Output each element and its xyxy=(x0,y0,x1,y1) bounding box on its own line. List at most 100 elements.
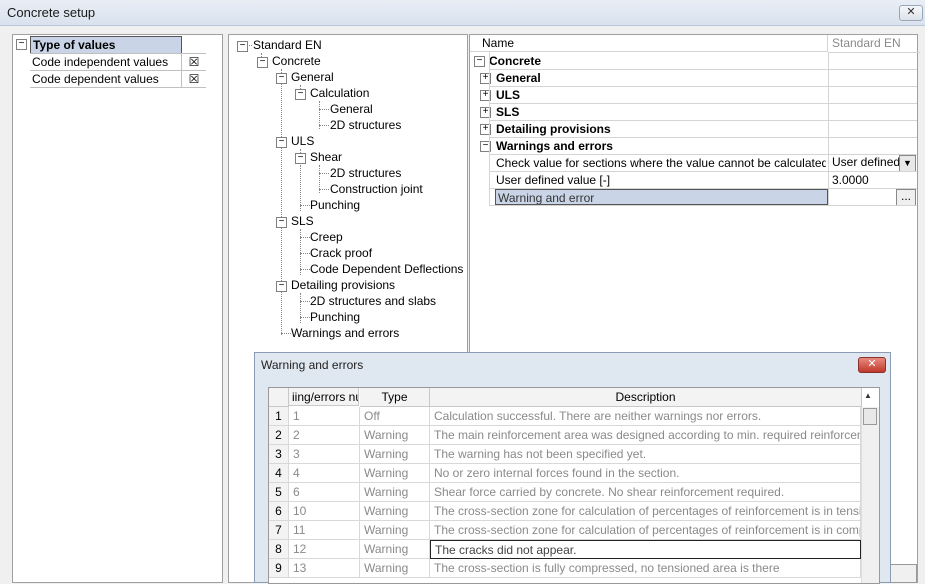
error-code-cell[interactable]: 1 xyxy=(289,407,360,426)
type-cell[interactable]: Warning xyxy=(360,502,430,521)
code-dependent-label[interactable]: Code dependent values xyxy=(30,70,182,88)
description-cell[interactable]: The cross-section zone for calculation o… xyxy=(430,502,861,521)
scrollbar-thumb[interactable] xyxy=(863,408,877,425)
grid-row-user-defined: User defined value [-] xyxy=(496,173,611,187)
error-code-cell[interactable]: 13 xyxy=(289,559,360,578)
collapse-concrete-icon[interactable]: − xyxy=(474,56,485,67)
type-cell[interactable]: Off xyxy=(360,407,430,426)
side-button[interactable] xyxy=(890,564,917,583)
grid-header-name: Name xyxy=(470,35,828,52)
expand-general-icon[interactable]: − xyxy=(276,73,287,84)
type-cell[interactable]: Warning xyxy=(360,521,430,540)
grid-row-warnings[interactable]: Warnings and errors xyxy=(496,138,613,155)
expand-uls-icon[interactable]: − xyxy=(276,137,287,148)
type-cell[interactable]: Warning xyxy=(360,483,430,502)
description-cell[interactable]: Shear force carried by concrete. No shea… xyxy=(430,483,861,502)
col-header-type[interactable]: Type xyxy=(360,388,430,407)
tree-node-shear-2d[interactable]: 2D structures xyxy=(330,165,401,181)
tree-node-general[interactable]: General xyxy=(291,69,334,85)
row-number: 4 xyxy=(269,464,289,483)
description-cell[interactable]: The cross-section zone for calculation o… xyxy=(430,521,861,540)
type-cell[interactable]: Warning xyxy=(360,559,430,578)
grid-row-uls[interactable]: ULS xyxy=(496,87,520,104)
scroll-up-icon[interactable]: ▲ xyxy=(864,391,872,400)
error-code-cell[interactable]: 11 xyxy=(289,521,360,540)
error-code-cell[interactable]: 10 xyxy=(289,502,360,521)
tree-node-concrete[interactable]: Concrete xyxy=(272,53,321,69)
col-header-rownum xyxy=(269,388,289,407)
grid-row-detailing[interactable]: Detailing provisions xyxy=(496,121,611,138)
code-independent-checkbox[interactable]: ☒ xyxy=(181,53,206,70)
tree-node-calc-general[interactable]: General xyxy=(330,101,373,117)
row-number: 5 xyxy=(269,483,289,502)
expand-sls-icon[interactable]: − xyxy=(276,217,287,228)
value-type-panel: − Type of values Code independent values… xyxy=(12,34,223,583)
chevron-down-icon[interactable]: ▼ xyxy=(899,155,916,172)
tree-node-uls-punching[interactable]: Punching xyxy=(310,197,360,213)
tree-node-construction-joint[interactable]: Construction joint xyxy=(330,181,423,197)
error-code-cell[interactable]: 12 xyxy=(289,540,360,559)
grid-row-general[interactable]: General xyxy=(496,70,541,87)
tree-node-creep[interactable]: Creep xyxy=(310,229,343,245)
description-cell[interactable]: The cross-section is fully compressed, n… xyxy=(430,559,861,578)
row-number: 6 xyxy=(269,502,289,521)
user-defined-value-field[interactable]: 3.0000 xyxy=(832,172,869,189)
window-close-button[interactable]: ✕ xyxy=(899,5,923,21)
expand-shear-icon[interactable]: − xyxy=(295,153,306,164)
type-cell[interactable]: Warning xyxy=(360,540,430,559)
tree-node-crack-proof[interactable]: Crack proof xyxy=(310,245,372,261)
tree-node-calc-2d[interactable]: 2D structures xyxy=(330,117,401,133)
description-cell[interactable]: No or zero internal forces found in the … xyxy=(430,464,861,483)
tree-node-standard-en[interactable]: Standard EN xyxy=(253,37,322,53)
tree-node-uls[interactable]: ULS xyxy=(291,133,314,149)
row-number: 8 xyxy=(269,540,289,559)
type-cell[interactable]: Warning xyxy=(360,464,430,483)
expand-concrete-icon[interactable]: − xyxy=(257,57,268,68)
error-code-cell[interactable]: 2 xyxy=(289,426,360,445)
description-cell[interactable]: The warning has not been specified yet. xyxy=(430,445,861,464)
error-code-cell[interactable]: 6 xyxy=(289,483,360,502)
vertical-scrollbar[interactable] xyxy=(861,407,879,583)
tree-node-calculation[interactable]: Calculation xyxy=(310,85,369,101)
row-number: 3 xyxy=(269,445,289,464)
error-code-cell[interactable]: 4 xyxy=(289,464,360,483)
row-number: 1 xyxy=(269,407,289,426)
expand-standard-icon[interactable]: − xyxy=(237,41,248,52)
check-value-dropdown[interactable]: User defined v xyxy=(830,155,900,170)
type-cell[interactable]: Warning xyxy=(360,445,430,464)
type-cell[interactable]: Warning xyxy=(360,426,430,445)
tree-node-detailing[interactable]: Detailing provisions xyxy=(291,277,395,293)
description-cell[interactable]: The cracks did not appear. xyxy=(430,540,861,559)
type-of-values-header[interactable]: Type of values xyxy=(30,36,182,54)
concrete-setup-window: Concrete setup ✕ − Type of values Code i… xyxy=(0,0,925,584)
collapse-icon[interactable]: − xyxy=(16,39,27,50)
row-number: 9 xyxy=(269,559,289,578)
code-independent-label[interactable]: Code independent values xyxy=(30,53,182,70)
dialog-title: Warning and errors xyxy=(261,358,364,372)
tree-node-shear[interactable]: Shear xyxy=(310,149,342,165)
grid-row-concrete[interactable]: Concrete xyxy=(489,53,541,70)
tree-node-warnings[interactable]: Warnings and errors xyxy=(291,325,399,341)
tree-node-detailing-punching[interactable]: Punching xyxy=(310,309,360,325)
dialog-close-button[interactable]: ✕ xyxy=(858,357,886,373)
grid-row-check-value: Check value for sections where the value… xyxy=(496,156,826,170)
expand-calculation-icon[interactable]: − xyxy=(295,89,306,100)
warning-error-browse-button[interactable]: ... xyxy=(896,189,916,206)
expand-detailing-icon[interactable]: − xyxy=(276,281,287,292)
window-title: Concrete setup xyxy=(7,5,96,20)
tree-node-deflections[interactable]: Code Dependent Deflections xyxy=(310,261,463,277)
grid-row-sls[interactable]: SLS xyxy=(496,104,519,121)
row-number: 7 xyxy=(269,521,289,540)
error-code-cell[interactable]: 3 xyxy=(289,445,360,464)
row-number: 2 xyxy=(269,426,289,445)
warnings-table: iing/errors nu Type Description 1 1 Off Cal… xyxy=(268,387,880,584)
col-header-number[interactable]: iing/errors nu xyxy=(289,388,359,406)
tree-node-sls[interactable]: SLS xyxy=(291,213,314,229)
col-header-description[interactable]: Description xyxy=(430,388,862,407)
warning-errors-dialog: Warning and errors ✕ iing/errors nu Type… xyxy=(254,352,891,584)
description-cell[interactable]: The main reinforcement area was designed… xyxy=(430,426,861,445)
tree-node-2d-slabs[interactable]: 2D structures and slabs xyxy=(310,293,436,309)
code-dependent-checkbox[interactable]: ☒ xyxy=(181,70,206,88)
grid-row-warning-error[interactable]: Warning and error xyxy=(495,189,828,205)
description-cell[interactable]: Calculation successful. There are neithe… xyxy=(430,407,861,426)
